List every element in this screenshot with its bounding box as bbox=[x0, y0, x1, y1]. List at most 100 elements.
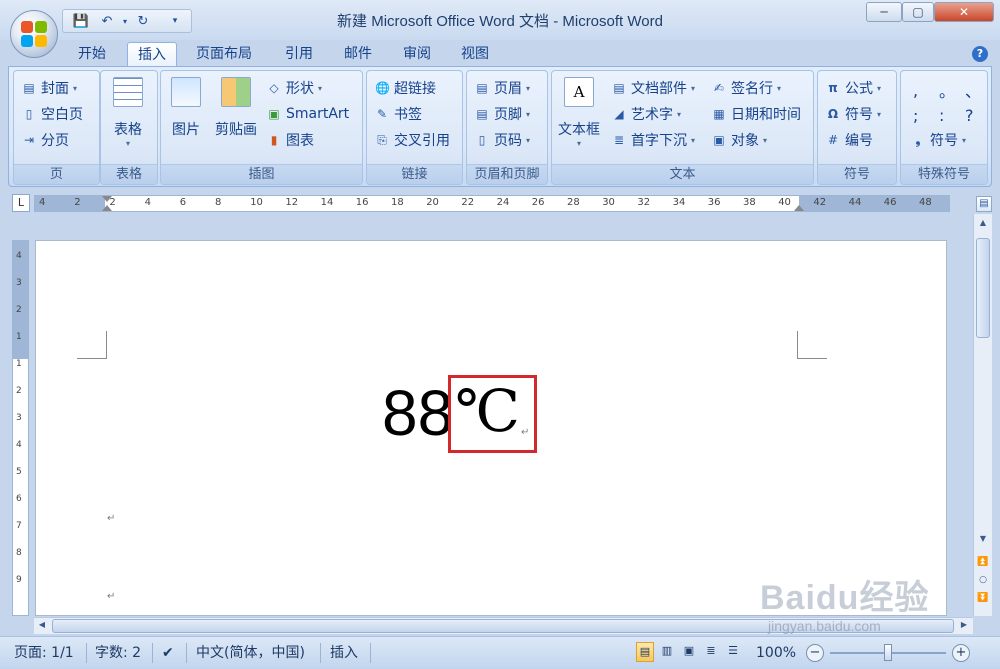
vruler-tick-label: 1 bbox=[16, 332, 22, 342]
shapes-button[interactable]: ◇ 形状 ▾ bbox=[267, 77, 322, 99]
vruler-tick-label: 9 bbox=[16, 575, 22, 585]
prev-page-icon[interactable]: ⏫ bbox=[976, 557, 990, 571]
header-button[interactable]: ▤ 页眉 ▾ bbox=[475, 77, 530, 99]
dropcap-button[interactable]: ≣ 首字下沉 ▾ bbox=[612, 129, 695, 151]
ruler-tick-label: 42 bbox=[813, 197, 827, 208]
quickparts-icon: ▤ bbox=[613, 81, 625, 95]
bookmark-button[interactable]: ✎ 书签 bbox=[375, 103, 422, 125]
first-line-indent-marker[interactable] bbox=[102, 196, 112, 202]
tab-mailings[interactable]: 邮件 bbox=[334, 42, 382, 67]
insert-mode-status[interactable]: 插入 bbox=[330, 642, 358, 664]
group-label: 页眉和页脚 bbox=[467, 164, 547, 184]
scroll-left-icon[interactable]: ◀ bbox=[36, 620, 48, 632]
reading-view-icon[interactable]: ▥ bbox=[658, 642, 676, 662]
period-symbol-button[interactable]: 。 bbox=[939, 79, 955, 101]
proofing-icon[interactable]: ✔ bbox=[162, 642, 174, 664]
page-count-status[interactable]: 页面: 1/1 bbox=[14, 642, 74, 664]
doc-number-text[interactable]: 88 bbox=[382, 378, 453, 448]
tab-view[interactable]: 视图 bbox=[451, 42, 499, 67]
tab-references[interactable]: 引用 bbox=[275, 42, 323, 67]
smartart-button[interactable]: ▣ SmartArt bbox=[267, 103, 349, 125]
group-special-symbols: , 。 、 ; : ? ❟ 符号 ▾ 特殊符号 bbox=[900, 70, 988, 185]
status-bar: 页面: 1/1 字数: 2 ✔ 中文(简体，中国) 插入 ▤ ▥ ▣ ≣ ☰ 1… bbox=[0, 636, 1000, 669]
scroll-thumb[interactable] bbox=[976, 238, 990, 338]
clipart-button[interactable]: 剪贴画 bbox=[215, 77, 257, 139]
outline-view-icon[interactable]: ≣ bbox=[702, 642, 720, 662]
next-page-icon[interactable]: ⏬ bbox=[976, 593, 990, 607]
horizontal-ruler[interactable]: 4 2 2 4 6 8 10 12 14 16 18 20 22 24 26 28 30 32 34 36 38 40 42… bbox=[34, 195, 950, 212]
draft-view-icon[interactable]: ☰ bbox=[724, 642, 742, 662]
signature-line-button[interactable]: ✍ 签名行 ▾ bbox=[712, 77, 781, 99]
datetime-button[interactable]: ▦ 日期和时间 bbox=[712, 103, 801, 125]
question-symbol-button[interactable]: ? bbox=[965, 104, 974, 126]
page-number-button[interactable]: ▯ 页码 ▾ bbox=[475, 129, 530, 151]
equation-button[interactable]: π 公式 ▾ bbox=[826, 77, 881, 99]
tab-selector-icon[interactable]: L bbox=[12, 194, 30, 212]
ruler-tick-label: 48 bbox=[919, 197, 932, 208]
maximize-button[interactable]: ▢ bbox=[902, 2, 934, 22]
scroll-right-icon[interactable]: ▶ bbox=[958, 620, 970, 632]
textbox-button[interactable]: A 文本框 ▾ bbox=[558, 77, 600, 148]
ruler-tick-label: 16 bbox=[355, 197, 369, 208]
word-count-status[interactable]: 字数: 2 bbox=[95, 642, 141, 664]
symbol-button[interactable]: Ω 符号 ▾ bbox=[826, 103, 881, 125]
help-icon[interactable]: ? bbox=[972, 46, 988, 62]
footer-button[interactable]: ▤ 页脚 ▾ bbox=[475, 103, 530, 125]
hyperlink-button[interactable]: 🌐 超链接 bbox=[375, 77, 436, 99]
vertical-ruler[interactable]: 4 3 2 1 1 2 3 4 5 6 7 8 9 bbox=[12, 240, 29, 616]
print-layout-view-icon[interactable]: ▤ bbox=[636, 642, 654, 662]
web-view-icon[interactable]: ▣ bbox=[680, 642, 698, 662]
zoom-in-icon[interactable]: + bbox=[952, 644, 970, 662]
semicolon-symbol-button[interactable]: ; bbox=[913, 104, 918, 126]
horizontal-scrollbar[interactable]: ◀ ▶ bbox=[34, 617, 973, 634]
zoom-out-icon[interactable]: − bbox=[806, 644, 824, 662]
chart-button[interactable]: ▮ 图表 bbox=[267, 129, 314, 151]
tab-page-layout[interactable]: 页面布局 bbox=[186, 42, 262, 67]
office-button[interactable] bbox=[10, 10, 58, 58]
tab-home[interactable]: 开始 bbox=[68, 42, 116, 67]
zoom-slider-thumb[interactable] bbox=[884, 644, 892, 661]
ruler-tick-label: 10 bbox=[250, 197, 263, 208]
pause-symbol-button[interactable]: 、 bbox=[965, 79, 981, 101]
cover-page-button[interactable]: ▤ 封面 ▾ bbox=[22, 77, 77, 99]
numbering-button[interactable]: # 编号 bbox=[826, 129, 873, 151]
minimize-button[interactable]: ─ bbox=[866, 2, 902, 22]
vruler-tick-label: 3 bbox=[16, 413, 22, 423]
comma-symbol-button[interactable]: , bbox=[913, 79, 918, 101]
blank-page-button[interactable]: ▯ 空白页 bbox=[22, 103, 83, 125]
hscroll-thumb[interactable] bbox=[52, 619, 954, 633]
ruler-tick-label: 8 bbox=[215, 197, 222, 208]
special-symbol-button[interactable]: ❟ 符号 ▾ bbox=[911, 129, 966, 151]
highlight-box bbox=[448, 375, 537, 453]
picture-icon bbox=[171, 77, 201, 107]
language-status[interactable]: 中文(简体，中国) bbox=[196, 642, 305, 664]
hanging-indent-marker[interactable] bbox=[102, 205, 112, 211]
scroll-up-icon[interactable]: ▲ bbox=[976, 218, 990, 232]
tab-review[interactable]: 审阅 bbox=[393, 42, 441, 67]
object-button[interactable]: ▣ 对象 ▾ bbox=[712, 129, 767, 151]
textbox-icon: A bbox=[564, 77, 594, 107]
group-symbols: π 公式 ▾ Ω 符号 ▾ # 编号 符号 bbox=[817, 70, 897, 185]
vruler-tick-label: 2 bbox=[16, 386, 22, 396]
tab-insert[interactable]: 插入 bbox=[127, 42, 177, 67]
table-button[interactable]: 表格 ▾ bbox=[113, 77, 143, 148]
view-ruler-icon[interactable]: ▤ bbox=[976, 196, 992, 212]
wordart-button[interactable]: ◢ 艺术字 ▾ bbox=[612, 103, 681, 125]
zoom-level[interactable]: 100% bbox=[756, 642, 796, 664]
vruler-tick-label: 5 bbox=[16, 467, 22, 477]
right-indent-marker[interactable] bbox=[794, 205, 804, 211]
picture-button[interactable]: 图片 bbox=[171, 77, 201, 139]
colon-symbol-button[interactable]: : bbox=[939, 104, 944, 126]
group-pages: ▤ 封面 ▾ ▯ 空白页 ⇥ 分页 页 bbox=[13, 70, 100, 185]
dropcap-icon: ≣ bbox=[613, 133, 625, 147]
close-button[interactable]: ✕ bbox=[934, 2, 994, 22]
ruler-tick-label: 18 bbox=[391, 197, 404, 208]
ruler-tick-label: 22 bbox=[461, 197, 475, 208]
page-break-button[interactable]: ⇥ 分页 bbox=[22, 129, 69, 151]
vertical-scrollbar[interactable]: ▲ ▼ ⏫ ○ ⏬ bbox=[973, 214, 992, 616]
browse-object-icon[interactable]: ○ bbox=[976, 575, 990, 589]
quickparts-button[interactable]: ▤ 文档部件 ▾ bbox=[612, 77, 695, 99]
table-dropdown-icon: ▾ bbox=[125, 139, 130, 148]
cross-reference-button[interactable]: ⎘ 交叉引用 bbox=[375, 129, 450, 151]
scroll-down-icon[interactable]: ▼ bbox=[976, 534, 990, 548]
